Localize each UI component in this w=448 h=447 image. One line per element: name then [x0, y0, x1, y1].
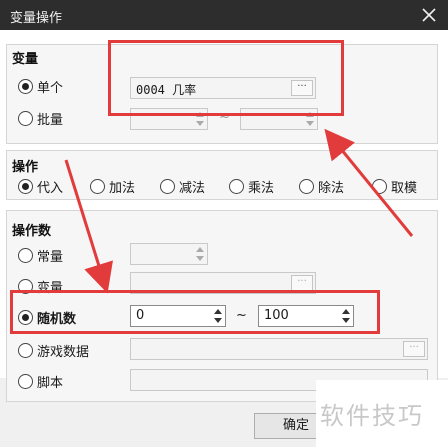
- arrow-to-variable: [324, 128, 414, 237]
- watermark: 软件技巧: [316, 380, 448, 447]
- arrow-to-random: [64, 159, 113, 294]
